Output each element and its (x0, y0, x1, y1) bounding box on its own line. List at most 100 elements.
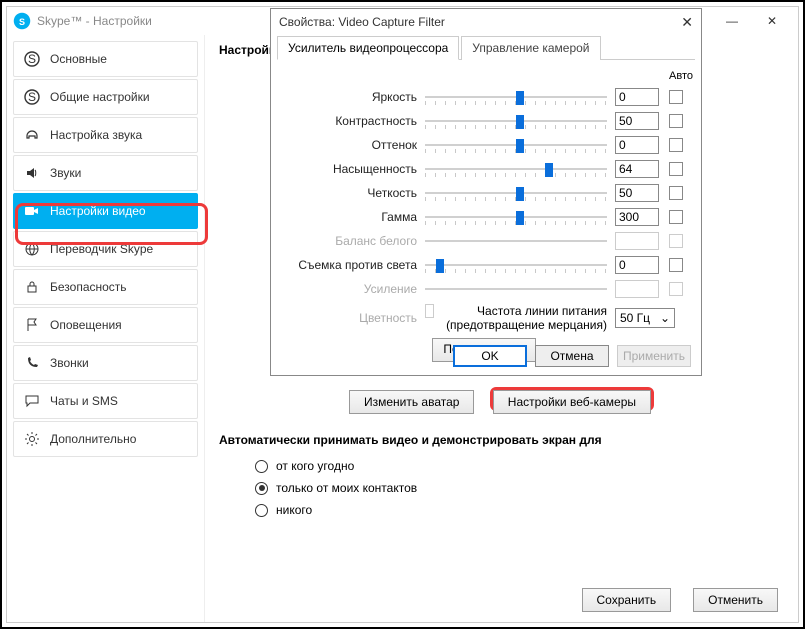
dialog-titlebar: Свойства: Video Capture Filter ✕ (271, 9, 701, 35)
brightness-label: Яркость (277, 90, 417, 104)
svg-text:S: S (28, 52, 36, 66)
sharpness-value[interactable]: 50 (615, 184, 659, 202)
skype-logo-icon: S (13, 12, 31, 30)
contrast-label: Контрастность (277, 114, 417, 128)
radio-icon (255, 482, 268, 495)
gain-auto-checkbox (669, 282, 683, 296)
hue-slider[interactable] (425, 137, 607, 153)
window-title: Skype™ - Настройки (37, 14, 152, 28)
settings-sidebar: S Основные S Общие настройки Настройка з… (7, 35, 205, 622)
gain-value (615, 280, 659, 298)
sharpness-label: Четкость (277, 186, 417, 200)
svg-text:S: S (19, 17, 25, 27)
sidebar-item-general[interactable]: S Общие настройки (13, 79, 198, 115)
gain-label: Усиление (277, 282, 417, 296)
skype-icon: S (24, 89, 40, 105)
sidebar-item-label: Основные (50, 52, 107, 66)
flag-icon (24, 317, 40, 333)
gamma-slider[interactable] (425, 209, 607, 225)
sidebar-item-label: Дополнительно (50, 432, 136, 446)
headset-icon (24, 127, 40, 143)
sidebar-item-main[interactable]: S Основные (13, 41, 198, 77)
camera-icon (24, 203, 40, 219)
sidebar-item-sounds[interactable]: Звуки (13, 155, 198, 191)
radio-label: от кого угодно (276, 459, 354, 473)
saturation-slider[interactable] (425, 161, 607, 177)
dialog-cancel-button[interactable]: Отмена (535, 345, 609, 367)
brightness-auto-checkbox[interactable] (669, 90, 683, 104)
cancel-button[interactable]: Отменить (693, 588, 778, 612)
sidebar-item-label: Общие настройки (50, 90, 150, 104)
hue-label: Оттенок (277, 138, 417, 152)
hue-value[interactable]: 0 (615, 136, 659, 154)
brightness-slider[interactable] (425, 89, 607, 105)
close-button[interactable]: ✕ (752, 9, 792, 33)
webcam-settings-button[interactable]: Настройки веб-камеры (493, 390, 651, 414)
dialog-title: Свойства: Video Capture Filter (279, 15, 445, 29)
save-button[interactable]: Сохранить (582, 588, 672, 612)
white-balance-value (615, 232, 659, 250)
sidebar-item-audio[interactable]: Настройка звука (13, 117, 198, 153)
speaker-icon (24, 165, 40, 181)
sidebar-item-label: Настройки видео (50, 204, 146, 218)
radio-nobody[interactable]: никого (255, 503, 784, 517)
sidebar-item-label: Чаты и SMS (50, 394, 118, 408)
radio-contacts[interactable]: только от моих контактов (255, 481, 784, 495)
sidebar-item-label: Безопасность (50, 280, 127, 294)
sidebar-item-calls[interactable]: Звонки (13, 345, 198, 381)
dialog-close-button[interactable]: ✕ (681, 14, 693, 31)
radio-label: только от моих контактов (276, 481, 417, 495)
contrast-auto-checkbox[interactable] (669, 114, 683, 128)
sidebar-item-label: Звонки (50, 356, 89, 370)
radio-icon (255, 504, 268, 517)
gamma-auto-checkbox[interactable] (669, 210, 683, 224)
tab-camera-control[interactable]: Управление камерой (461, 36, 600, 60)
sidebar-item-label: Настройка звука (50, 128, 142, 142)
minimize-button[interactable]: — (712, 9, 752, 33)
sharpness-auto-checkbox[interactable] (669, 186, 683, 200)
sidebar-item-label: Переводчик Skype (50, 242, 153, 256)
gear-icon (24, 431, 40, 447)
change-avatar-button[interactable]: Изменить аватар (349, 390, 475, 414)
hue-auto-checkbox[interactable] (669, 138, 683, 152)
white-balance-auto-checkbox (669, 234, 683, 248)
sharpness-slider[interactable] (425, 185, 607, 201)
globe-icon (24, 241, 40, 257)
dialog-apply-button: Применить (617, 345, 691, 367)
white-balance-label: Баланс белого (277, 234, 417, 248)
gamma-value[interactable]: 300 (615, 208, 659, 226)
sidebar-item-security[interactable]: Безопасность (13, 269, 198, 305)
color-enable-checkbox (425, 304, 434, 318)
dialog-ok-button[interactable]: OK (453, 345, 527, 367)
sidebar-item-advanced[interactable]: Дополнительно (13, 421, 198, 457)
radio-icon (255, 460, 268, 473)
powerline-freq-select[interactable]: 50 Гц ⌄ (615, 308, 675, 328)
backlight-slider[interactable] (425, 257, 607, 273)
sidebar-item-alerts[interactable]: Оповещения (13, 307, 198, 343)
color-enable-label: Цветность (277, 311, 417, 325)
backlight-value[interactable]: 0 (615, 256, 659, 274)
saturation-auto-checkbox[interactable] (669, 162, 683, 176)
video-capture-filter-dialog: Свойства: Video Capture Filter ✕ Усилите… (270, 8, 702, 376)
contrast-slider[interactable] (425, 113, 607, 129)
lock-icon (24, 279, 40, 295)
saturation-value[interactable]: 64 (615, 160, 659, 178)
contrast-value[interactable]: 50 (615, 112, 659, 130)
highlight-annotation: Настройки веб-камеры (490, 387, 654, 411)
select-value: 50 Гц (620, 311, 650, 325)
auto-receive-title: Автоматически принимать видео и демонстр… (219, 433, 784, 447)
sidebar-item-translator[interactable]: Переводчик Skype (13, 231, 198, 267)
radio-label: никого (276, 503, 312, 517)
phone-icon (24, 355, 40, 371)
saturation-label: Насыщенность (277, 162, 417, 176)
radio-anyone[interactable]: от кого угодно (255, 459, 784, 473)
chat-icon (24, 393, 40, 409)
sidebar-item-video[interactable]: Настройки видео (13, 193, 198, 229)
backlight-auto-checkbox[interactable] (669, 258, 683, 272)
tab-video-amp[interactable]: Усилитель видеопроцессора (277, 36, 459, 60)
brightness-value[interactable]: 0 (615, 88, 659, 106)
sidebar-item-label: Оповещения (50, 318, 122, 332)
gain-slider (425, 281, 607, 297)
sidebar-item-chat[interactable]: Чаты и SMS (13, 383, 198, 419)
white-balance-slider (425, 233, 607, 249)
